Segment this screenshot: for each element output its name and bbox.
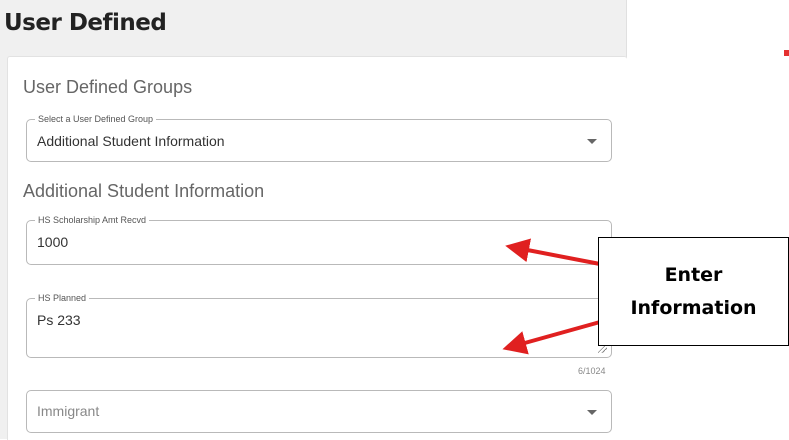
annotation-arrows: [502, 238, 601, 355]
arrow-to-hs-planned: [502, 320, 601, 355]
callout-line-2: Information: [630, 296, 757, 319]
enter-information-callout: Enter Information: [598, 237, 789, 346]
callout-line-1: Enter: [664, 263, 723, 286]
arrow-to-scholarship: [505, 238, 601, 266]
